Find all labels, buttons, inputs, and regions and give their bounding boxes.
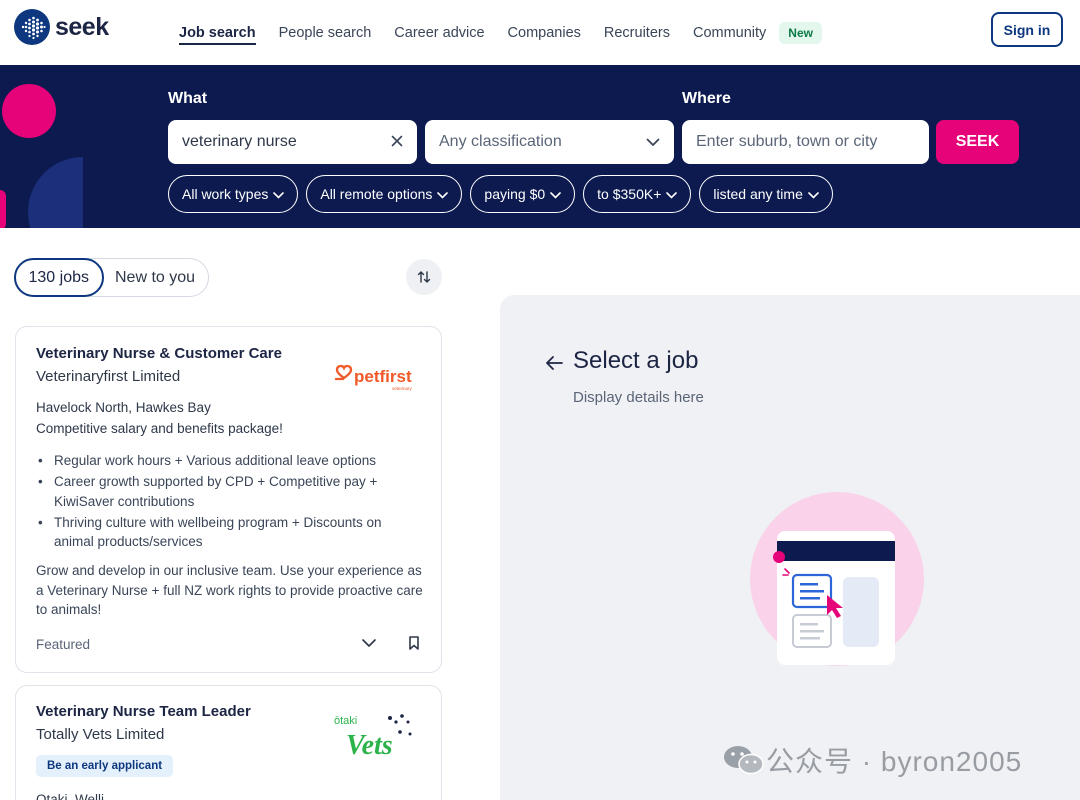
- wechat-icon: [724, 746, 764, 775]
- job-title[interactable]: Veterinary Nurse Team Leader: [36, 703, 251, 720]
- classification-select-value: Any classification: [439, 133, 562, 150]
- nav-people-search[interactable]: People search: [279, 0, 372, 65]
- seek-logo-text: seek: [55, 12, 109, 41]
- watermark-text: 公众号 · byron2005: [766, 746, 1023, 777]
- new-badge: New: [779, 21, 822, 44]
- classification-select[interactable]: Any classification: [425, 120, 674, 164]
- job-location: Otaki, Welli...: [36, 792, 116, 800]
- what-label: What: [168, 90, 208, 107]
- location-input-placeholder: Enter suburb, town or city: [696, 133, 878, 150]
- seek-logo[interactable]: seek: [14, 9, 109, 45]
- filter-label: All work types: [182, 186, 269, 202]
- job-location: Havelock North, Hawkes Bay: [36, 400, 211, 415]
- chevron-down-icon: [666, 186, 678, 202]
- petfirst-logo-text: petfirst: [354, 367, 412, 386]
- keyword-input[interactable]: veterinary nurse: [168, 120, 417, 164]
- job-title[interactable]: Veterinary Nurse & Customer Care: [36, 345, 282, 362]
- search-band: What Where veterinary nurse Any classifi…: [0, 65, 1080, 228]
- sign-in-button[interactable]: Sign in: [991, 12, 1063, 47]
- filter-pay-min[interactable]: paying $0: [470, 175, 576, 213]
- nav-companies[interactable]: Companies: [508, 0, 581, 65]
- filter-pills: All work types All remote options paying…: [168, 175, 841, 213]
- nav-recruiters[interactable]: Recruiters: [604, 0, 670, 65]
- tab-new-to-you[interactable]: New to you: [104, 269, 208, 287]
- results-segment: 130 jobs New to you: [13, 258, 210, 297]
- filter-remote-options[interactable]: All remote options: [306, 175, 463, 213]
- sort-button[interactable]: [406, 259, 442, 295]
- job-highlight: Career growth supported by CPD + Competi…: [36, 472, 416, 511]
- detail-title: Select a job: [573, 347, 699, 374]
- expand-chevron-icon[interactable]: [361, 635, 377, 656]
- clear-icon[interactable]: [391, 134, 403, 151]
- chevron-down-icon: [808, 186, 819, 202]
- petfirst-logo: petfirst veterinary: [334, 364, 416, 399]
- filter-listed-time[interactable]: listed any time: [699, 175, 833, 213]
- job-card[interactable]: Veterinary Nurse & Customer Care Veterin…: [15, 326, 442, 673]
- nav-career-advice[interactable]: Career advice: [394, 0, 484, 65]
- top-nav: seek Job search People search Career adv…: [0, 0, 1080, 65]
- nav-job-search[interactable]: Job search: [179, 0, 256, 65]
- filter-label: paying $0: [484, 186, 546, 202]
- job-card[interactable]: Veterinary Nurse Team Leader Totally Vet…: [15, 685, 442, 800]
- decorative-pink-circle: [2, 84, 56, 138]
- early-applicant-badge: Be an early applicant: [36, 755, 174, 777]
- where-label: Where: [682, 90, 731, 107]
- location-input[interactable]: Enter suburb, town or city: [682, 120, 929, 164]
- vets-logo-text: Vets: [346, 730, 393, 761]
- chevron-down-icon: [437, 186, 449, 202]
- filter-label: All remote options: [320, 186, 433, 202]
- job-highlight: Thriving culture with wellbeing program …: [36, 513, 416, 552]
- tab-all-jobs[interactable]: 130 jobs: [13, 258, 104, 297]
- sort-icon: [417, 271, 431, 283]
- job-company[interactable]: Totally Vets Limited: [36, 726, 164, 743]
- decorative-pink-bar: [0, 190, 6, 228]
- job-highlights: Regular work hours + Various additional …: [36, 451, 416, 553]
- arrow-left-icon: [544, 355, 564, 376]
- bookmark-icon[interactable]: [406, 635, 422, 656]
- seek-search-button[interactable]: SEEK: [936, 120, 1019, 164]
- keyword-input-value: veterinary nurse: [182, 133, 297, 150]
- chevron-down-icon: [273, 186, 285, 202]
- featured-label: Featured: [36, 637, 91, 652]
- job-company[interactable]: Veterinaryfirst Limited: [36, 368, 180, 385]
- filter-pay-max[interactable]: to $350K+: [583, 175, 692, 213]
- filter-work-types[interactable]: All work types: [168, 175, 299, 213]
- totally-vets-logo: ōtaki Vets: [330, 710, 420, 771]
- chevron-down-icon: [646, 134, 660, 151]
- vets-logo-top: ōtaki: [334, 715, 357, 727]
- job-highlight: Regular work hours + Various additional …: [36, 451, 416, 471]
- main-nav: Job search People search Career advice C…: [179, 0, 822, 65]
- job-salary: Competitive salary and benefits package!: [36, 421, 283, 436]
- select-job-illustration: [749, 491, 925, 672]
- filter-label: listed any time: [713, 186, 803, 202]
- nav-community[interactable]: Community: [693, 0, 766, 65]
- petfirst-logo-sub: veterinary: [392, 386, 413, 391]
- wechat-watermark: 公众号 · byron2005: [722, 740, 1022, 780]
- filter-label: to $350K+: [597, 186, 662, 202]
- seek-logo-icon: [14, 9, 50, 45]
- job-detail-panel: Select a job Display details here: [500, 295, 1080, 800]
- chevron-down-icon: [550, 186, 561, 202]
- decorative-blue-semicircle: [28, 157, 83, 228]
- job-description: Grow and develop in our inclusive team. …: [36, 563, 423, 617]
- detail-subtitle: Display details here: [573, 389, 704, 406]
